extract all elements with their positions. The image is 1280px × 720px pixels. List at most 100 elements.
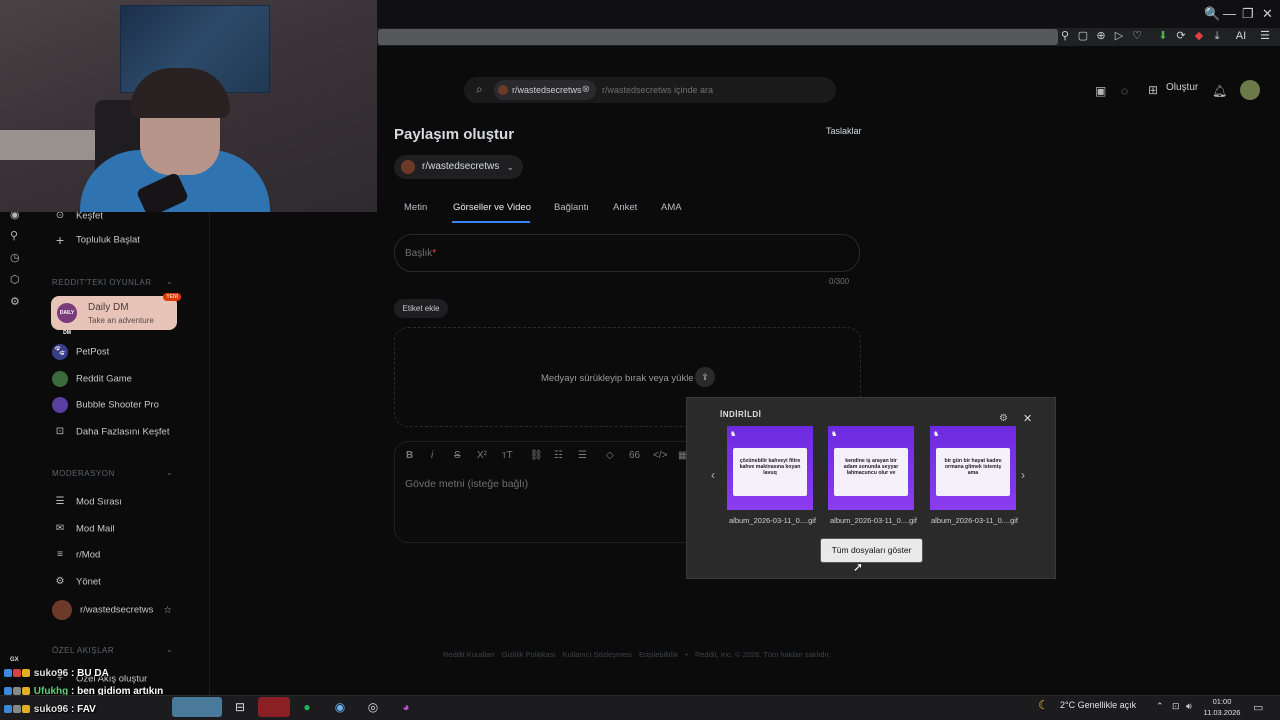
title-input[interactable]: Başlık*: [394, 234, 860, 272]
star-icon[interactable]: ☆: [163, 605, 172, 616]
create-button[interactable]: Oluştur: [1166, 82, 1198, 93]
download-icon[interactable]: ⬇: [1156, 29, 1170, 43]
sidebar-item-reddit-game[interactable]: Reddit Game: [52, 371, 132, 387]
steam-icon[interactable]: ◉: [329, 697, 351, 717]
add-tag-button[interactable]: Etiket ekle: [394, 299, 448, 318]
sidebar-item-bubble-shooter[interactable]: Bubble Shooter Pro: [52, 397, 159, 413]
games-heading[interactable]: REDDIT'TEKİ OYUNLAR ⌄: [52, 277, 173, 287]
gx-icon[interactable]: ◆: [1192, 29, 1206, 43]
download-filename[interactable]: album_2026-03-11_0....gif: [830, 516, 917, 525]
search-placeholder: r/wastedsecretws içinde ara: [602, 85, 714, 95]
community-chip[interactable]: r/wastedsecretws ⊗: [494, 80, 596, 100]
clock-time[interactable]: 01:00: [1198, 697, 1246, 706]
sidebar-item-r-mod[interactable]: ≡ r/Mod: [52, 547, 100, 563]
history-icon[interactable]: ◷: [10, 251, 20, 264]
show-all-files-button[interactable]: Tüm dosyaları göster: [820, 538, 923, 563]
sidebar-item-manage[interactable]: ⚙ Yönet: [52, 574, 101, 590]
chip-close-icon[interactable]: ⊗: [582, 80, 590, 100]
bookmark-icon[interactable]: ⚲: [1058, 29, 1072, 43]
footer-accessibility-link[interactable]: Erişilebilirlik: [639, 650, 678, 659]
download-thumbnail[interactable]: ♞ kendine iş arayan bir adam sonunda sey…: [828, 426, 914, 510]
tab-poll[interactable]: Anket: [613, 202, 637, 213]
network-icon[interactable]: ⊡: [1172, 701, 1180, 712]
chat-icon[interactable]: ◌: [1121, 84, 1128, 98]
tab-text[interactable]: Metin: [404, 202, 427, 213]
sidebar-item-mod-queue[interactable]: ☰ Mod Sırası: [52, 494, 122, 510]
sidebar-item-community[interactable]: r/wastedsecretws ☆: [52, 600, 172, 620]
daily-dm-card[interactable]: DAILY DM Daily DM Take an adventure YENİ: [51, 293, 181, 336]
quote-icon[interactable]: 66: [629, 450, 640, 461]
sidebar-item-petpost[interactable]: 🐾︎ PetPost: [52, 344, 109, 360]
tab-link[interactable]: Bağlantı: [554, 202, 589, 213]
volume-icon[interactable]: 🔊︎: [1186, 701, 1192, 712]
task-view-icon[interactable]: ⊟: [229, 697, 251, 717]
save-icon[interactable]: ⤓: [1210, 29, 1224, 43]
badge-icon: [13, 669, 21, 678]
download-thumbnail[interactable]: ♞ bir gün bir hayat kadını ormana gitmek…: [930, 426, 1016, 510]
ai-button[interactable]: AI: [1232, 29, 1250, 43]
strikethrough-icon[interactable]: S: [454, 450, 461, 461]
sidebar-item-more-games[interactable]: ⊡ Daha Fazlasını Keşfet: [52, 424, 170, 440]
create-plus-icon[interactable]: ⊞: [1148, 83, 1158, 97]
upload-icon[interactable]: ⇪: [695, 367, 715, 387]
snapshot-icon[interactable]: ▢: [1076, 29, 1090, 43]
moderation-heading[interactable]: MODERASYON ⌄: [52, 468, 173, 478]
minimize-icon[interactable]: —: [1223, 6, 1236, 21]
sidebar-item-mod-mail[interactable]: ✉ Mod Mail: [52, 521, 115, 537]
community-selector[interactable]: r/wastedsecretws ⌄: [394, 155, 523, 179]
chevron-right-icon[interactable]: ›: [1021, 468, 1025, 482]
user-avatar[interactable]: [1240, 80, 1260, 100]
heading-icon[interactable]: тT: [502, 450, 513, 461]
drafts-link[interactable]: Taslaklar: [826, 126, 862, 136]
menu-icon[interactable]: ☰: [1258, 29, 1272, 43]
custom-feeds-heading[interactable]: ÖZEL AKIŞLAR ⌄: [52, 645, 173, 655]
italic-icon[interactable]: i: [431, 450, 433, 461]
footer-agreement-link[interactable]: Kullanıcı Sözleşmesi: [563, 650, 632, 659]
extension-icon[interactable]: ⟳: [1174, 29, 1188, 43]
tab-images-video[interactable]: Görseller ve Video: [453, 202, 531, 213]
notification-icon[interactable]: ▭: [1253, 701, 1263, 714]
mouse-cursor-icon: ➚: [853, 560, 864, 574]
gear-icon[interactable]: ⚙: [999, 413, 1008, 424]
restore-icon[interactable]: ❐: [1242, 6, 1254, 22]
download-filename[interactable]: album_2026-03-11_0....gif: [931, 516, 1018, 525]
extension-icon[interactable]: ⬡: [10, 273, 20, 286]
ads-icon[interactable]: ▣: [1095, 84, 1106, 98]
spoiler-icon[interactable]: ◇: [606, 450, 614, 461]
footer-rules-link[interactable]: Reddit Kuralları: [443, 650, 495, 659]
url-field[interactable]: [378, 29, 1058, 45]
search-icon[interactable]: 🔍: [1204, 6, 1220, 22]
play-icon[interactable]: ▷: [1112, 29, 1126, 43]
bell-icon[interactable]: 🔔︎: [1212, 84, 1227, 98]
code-icon[interactable]: </>: [653, 450, 667, 461]
chevron-left-icon[interactable]: ‹: [711, 468, 715, 482]
settings-icon[interactable]: ⚙: [10, 295, 20, 308]
weather-text[interactable]: 2°C Genellikle açık: [1060, 700, 1136, 710]
footer-privacy-link[interactable]: Gizlilik Politikası: [502, 650, 556, 659]
tab-ama[interactable]: AMA: [661, 202, 682, 213]
radiator: [0, 130, 110, 160]
obs-icon[interactable]: ◎: [362, 697, 384, 717]
superscript-icon[interactable]: X²: [477, 450, 487, 461]
link-icon[interactable]: ⛓: [530, 450, 543, 461]
download-filename[interactable]: album_2026-03-11_0....gif: [729, 516, 816, 525]
chevron-up-icon[interactable]: ⌃: [1156, 701, 1164, 712]
browser-app-icon[interactable]: [258, 697, 290, 717]
app-logo-icon: ♞: [730, 431, 737, 438]
clock-date[interactable]: 11.03.2026: [1198, 708, 1246, 717]
close-icon[interactable]: ✕: [1023, 412, 1032, 425]
search-bar[interactable]: ⌕ r/wastedsecretws ⊗ r/wastedsecretws iç…: [464, 77, 836, 103]
numbered-list-icon[interactable]: ☰: [578, 450, 587, 461]
spotify-icon[interactable]: ●: [296, 697, 318, 717]
discord-icon[interactable]: ◕: [395, 697, 417, 717]
close-icon[interactable]: ✕: [1262, 6, 1273, 22]
shield-icon[interactable]: ⊕: [1094, 29, 1108, 43]
pin-icon[interactable]: ⚲: [10, 229, 18, 242]
taskbar-preview[interactable]: [172, 697, 222, 717]
sidebar-item-start-community[interactable]: + Topluluk Başlat: [52, 232, 140, 248]
badge-icon: [4, 669, 12, 678]
bold-icon[interactable]: B: [406, 450, 413, 461]
heart-icon[interactable]: ♡: [1130, 29, 1144, 43]
download-thumbnail[interactable]: ♞ çözünebilir kahveyi filtre kahve makin…: [727, 426, 813, 510]
bullet-list-icon[interactable]: ☷: [554, 450, 563, 461]
